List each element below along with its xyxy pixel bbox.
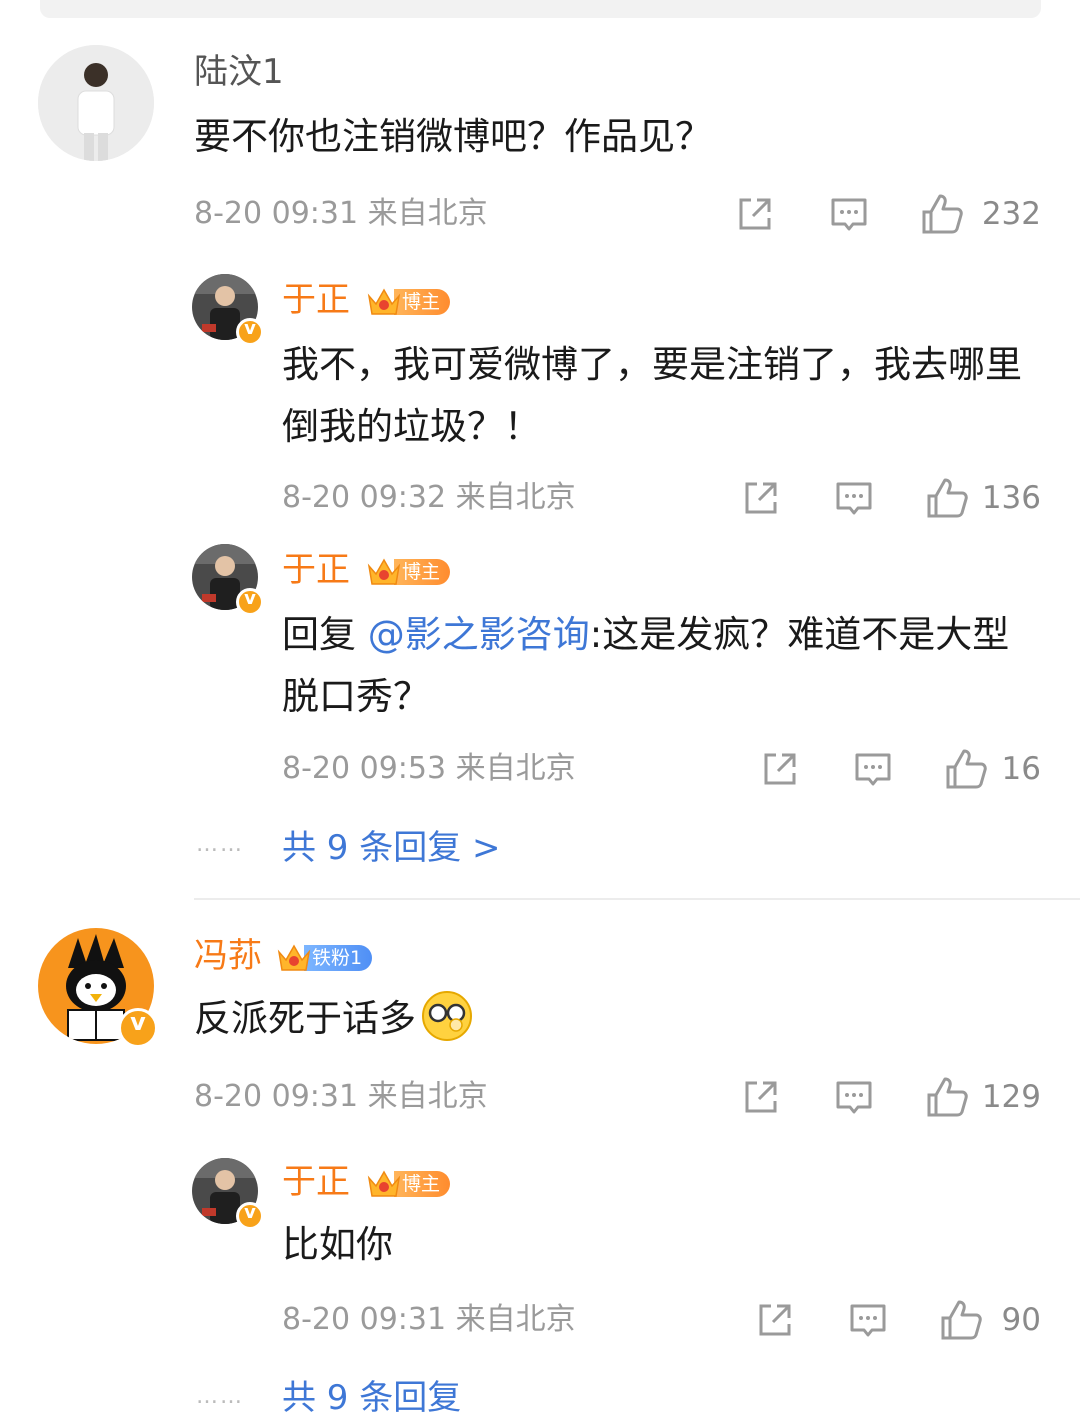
share-icon[interactable] <box>741 1077 781 1121</box>
comment-body: 反派死于话多 <box>194 997 416 1040</box>
verified-badge-icon <box>236 588 264 616</box>
comment-icon[interactable] <box>853 749 893 793</box>
badge-label: 博主 <box>394 1171 451 1197</box>
reply-text: 回复 @影之影咨询:这是发疯？难道不是大型脱口秀？ <box>282 604 1042 728</box>
comment-icon[interactable] <box>834 1077 874 1121</box>
comment-icon[interactable] <box>829 194 869 238</box>
reply-text: 我不，我可爱微博了，要是注销了，我去哪里倒我的垃圾？！ <box>282 343 1022 448</box>
username[interactable]: 于正 <box>282 1162 350 1202</box>
more-dots: …… <box>196 832 244 857</box>
blogger-badge: 博主 <box>366 554 451 590</box>
glasses-face-emoji-icon <box>420 989 474 1043</box>
crown-icon <box>366 1166 402 1202</box>
like-icon[interactable] <box>925 476 969 524</box>
blogger-badge: 博主 <box>366 1166 451 1202</box>
like-icon[interactable] <box>925 1075 969 1123</box>
more-dots: …… <box>196 1384 244 1409</box>
verified-badge-icon <box>118 1008 158 1048</box>
like-count: 232 <box>981 196 1041 232</box>
share-icon[interactable] <box>760 749 800 793</box>
top-divider-bar <box>40 0 1041 18</box>
like-count: 129 <box>981 1079 1041 1115</box>
blogger-badge: 博主 <box>366 284 451 320</box>
reply-time: 8-20 09:32 来自北京 <box>282 480 576 515</box>
more-replies-link[interactable]: 共 9 条回复 <box>282 1378 461 1418</box>
comment-text: 反派死于话多 <box>194 988 474 1050</box>
reply-prefix: 回复 <box>282 613 368 656</box>
reply-text: 比如你 <box>282 1223 393 1266</box>
like-count: 16 <box>1001 751 1041 787</box>
comment-time: 8-20 09:31 来自北京 <box>194 1079 488 1114</box>
fan-badge: 铁粉1 <box>276 940 373 976</box>
comment-icon[interactable] <box>834 478 874 522</box>
crown-icon <box>366 554 402 590</box>
like-count: 90 <box>1001 1302 1041 1338</box>
like-icon[interactable] <box>944 747 988 795</box>
comment-text: 要不你也注销微博吧？作品见？ <box>194 115 712 158</box>
verified-badge-icon <box>236 1202 264 1230</box>
verified-badge-icon <box>236 318 264 346</box>
mention-link[interactable]: @影之影咨询 <box>368 613 590 656</box>
comment-time: 8-20 09:31 来自北京 <box>194 196 488 231</box>
badge-label: 博主 <box>394 559 451 585</box>
reply-time: 8-20 09:53 来自北京 <box>282 751 576 786</box>
username[interactable]: 于正 <box>282 280 350 320</box>
like-icon[interactable] <box>920 192 964 240</box>
share-icon[interactable] <box>741 478 781 522</box>
crown-icon <box>366 284 402 320</box>
avatar-luwen[interactable] <box>38 45 154 161</box>
comment-icon[interactable] <box>848 1300 888 1344</box>
comment-divider <box>194 898 1080 900</box>
username[interactable]: 冯荪 <box>194 936 262 976</box>
crown-icon <box>276 940 312 976</box>
badge-label: 博主 <box>394 289 451 315</box>
username[interactable]: 陆汶1 <box>194 52 284 92</box>
like-icon[interactable] <box>939 1298 983 1346</box>
username[interactable]: 于正 <box>282 550 350 590</box>
share-icon[interactable] <box>755 1300 795 1344</box>
badge-label: 铁粉1 <box>304 945 373 971</box>
reply-time: 8-20 09:31 来自北京 <box>282 1302 576 1337</box>
like-count: 136 <box>981 480 1041 516</box>
more-replies-link[interactable]: 共 9 条回复 > <box>282 828 501 868</box>
share-icon[interactable] <box>735 194 775 238</box>
